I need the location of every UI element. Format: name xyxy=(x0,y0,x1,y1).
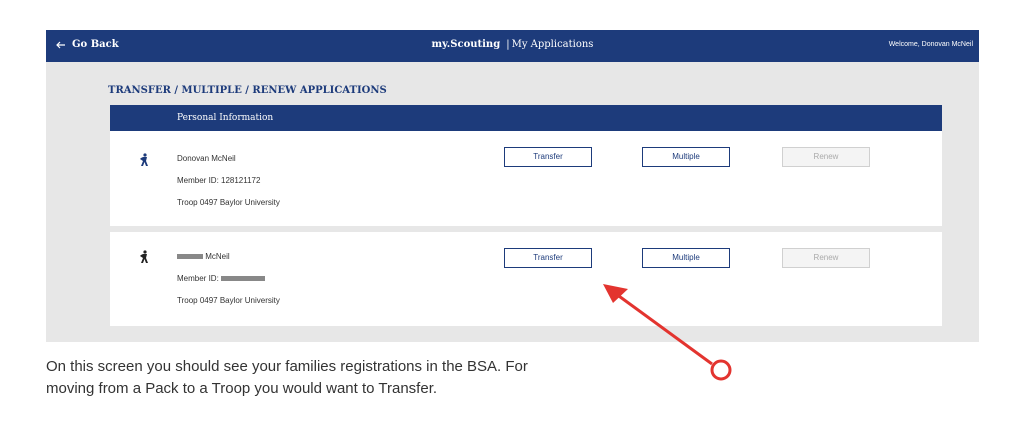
caption-line-2: moving from a Pack to a Troop you would … xyxy=(46,380,438,397)
instruction-caption: On this screen you should see your famil… xyxy=(46,356,528,400)
caption-line-1: On this screen you should see your famil… xyxy=(46,358,528,375)
